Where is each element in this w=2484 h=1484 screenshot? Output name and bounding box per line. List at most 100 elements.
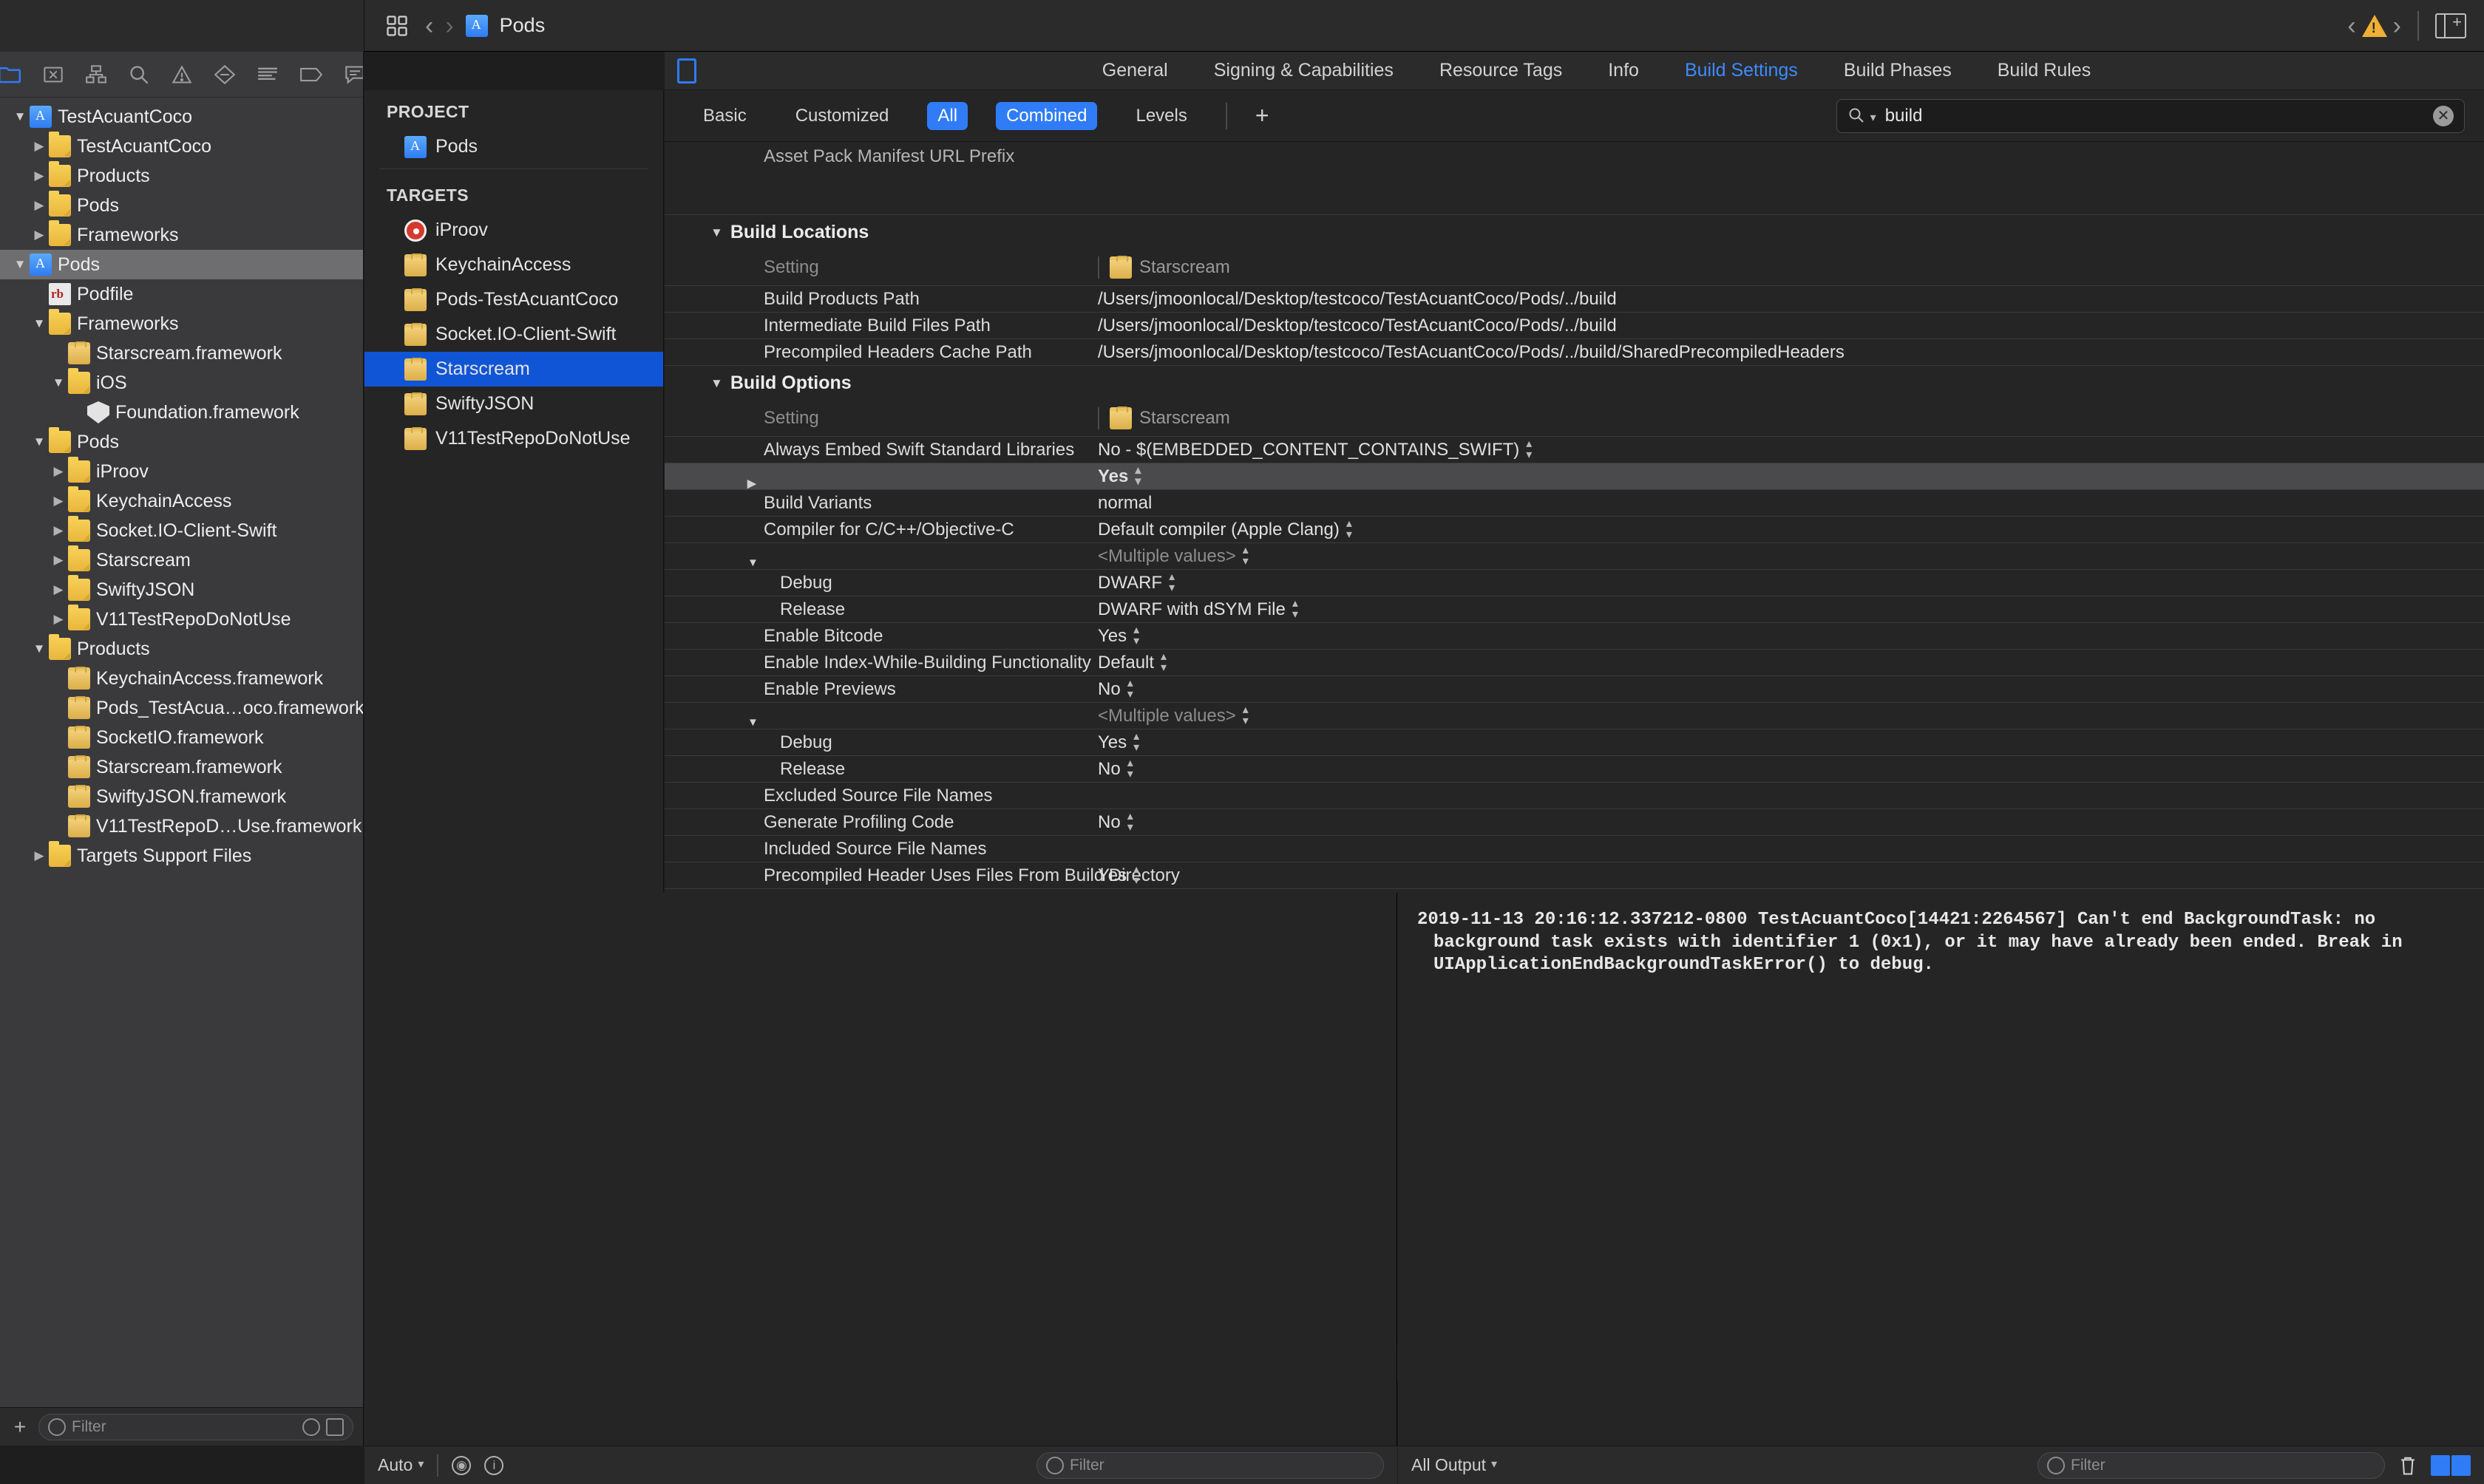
navigator-tab-report-navigator[interactable]	[345, 60, 364, 89]
build-setting-value[interactable]: /Users/jmoonlocal/Desktop/testcoco/TestA…	[1098, 316, 1617, 336]
nav-tree-row[interactable]: ▶Frameworks	[0, 220, 363, 250]
nav-tree-row[interactable]: ▶TestAcuantCoco	[0, 132, 363, 161]
disclosure-triangle-closed-icon[interactable]: ▶	[30, 848, 49, 863]
disclosure-triangle-open-icon[interactable]: ▼	[10, 257, 30, 272]
console-view[interactable]: 2019-11-13 20:16:12.337212-0800 TestAcua…	[1398, 893, 2484, 1446]
build-setting-value[interactable]: DWARF▴▾	[1098, 572, 1175, 593]
breadcrumb-label[interactable]: Pods	[500, 14, 546, 37]
clock-icon[interactable]	[302, 1418, 320, 1436]
filter-all[interactable]: All	[927, 102, 968, 130]
build-setting-value[interactable]: Default▴▾	[1098, 652, 1167, 673]
disclosure-triangle-closed-icon[interactable]: ▶	[30, 139, 49, 154]
setting-group-header[interactable]: ▼Build Options	[665, 365, 2484, 401]
build-setting-row[interactable]: Always Embed Swift Standard LibrariesNo …	[665, 436, 2484, 463]
disclosure-triangle-open-icon[interactable]: ▼	[747, 556, 759, 569]
build-setting-value[interactable]: No▴▾	[1098, 811, 1133, 833]
disclosure-triangle-closed-icon[interactable]: ▶	[747, 477, 756, 490]
nav-tree-row[interactable]: ▼Products	[0, 634, 363, 664]
warning-triangle-icon[interactable]	[2362, 15, 2387, 37]
disclosure-triangle-closed-icon[interactable]: ▶	[30, 169, 49, 183]
build-setting-row[interactable]: Build Products Path/Users/jmoonlocal/Des…	[665, 285, 2484, 312]
target-row[interactable]: KeychainAccess	[364, 248, 663, 282]
nav-tree-row[interactable]: ▼Pods	[0, 250, 363, 279]
target-row[interactable]: SwiftyJSON	[364, 387, 663, 421]
nav-tree-row[interactable]: ▶Products	[0, 161, 363, 191]
navigate-back-icon[interactable]: ‹	[425, 13, 433, 38]
navigator-filter-input[interactable]: Filter	[38, 1414, 353, 1440]
build-setting-row[interactable]: Enable BitcodeYes▴▾	[665, 622, 2484, 649]
nav-tree-row[interactable]: ▼TestAcuantCoco	[0, 102, 363, 132]
build-setting-row[interactable]: Compiler for C/C++/Objective-CDefault co…	[665, 516, 2484, 542]
disclosure-triangle-closed-icon[interactable]: ▶	[49, 464, 68, 479]
stepper-icon[interactable]: ▴▾	[1127, 811, 1133, 833]
nav-tree-row[interactable]: ▼iOS	[0, 368, 363, 398]
stepper-icon[interactable]: ▴▾	[1526, 439, 1532, 460]
nav-tree-row[interactable]: SwiftyJSON.framework	[0, 782, 363, 811]
disclosure-triangle-open-icon[interactable]: ▼	[747, 716, 759, 729]
nav-tree-row[interactable]: ▶SwiftyJSON	[0, 575, 363, 605]
disclosure-triangle-closed-icon[interactable]: ▶	[49, 494, 68, 508]
target-row[interactable]: Socket.IO-Client-Swift	[364, 317, 663, 352]
disclosure-triangle-closed-icon[interactable]: ▶	[30, 228, 49, 242]
target-row[interactable]: Pods-TestAcuantCoco	[364, 282, 663, 317]
nav-tree-row[interactable]: ▶Pods	[0, 191, 363, 220]
build-setting-value[interactable]: normal	[1098, 493, 1152, 514]
stepper-icon[interactable]: ▴▾	[1243, 545, 1249, 567]
build-setting-row[interactable]: Precompiled Headers Cache Path/Users/jmo…	[665, 338, 2484, 365]
nav-tree-row[interactable]: V11TestRepoD…Use.framework	[0, 811, 363, 841]
build-setting-value[interactable]: <Multiple values>▴▾	[1098, 705, 1249, 726]
nav-tree-row[interactable]: Podfile	[0, 279, 363, 309]
stepper-icon[interactable]: ▴▾	[1346, 519, 1352, 540]
build-setting-row[interactable]: ▼ <Multiple values>▴▾	[665, 702, 2484, 729]
disclosure-triangle-open-icon[interactable]: ▼	[710, 225, 723, 240]
info-icon[interactable]: i	[484, 1456, 503, 1475]
filter-levels[interactable]: Levels	[1125, 102, 1197, 130]
build-setting-row[interactable]: Excluded Source File Names	[665, 782, 2484, 809]
navigate-forward-icon[interactable]: ›	[445, 13, 453, 38]
filter-customized[interactable]: Customized	[785, 102, 900, 130]
tab-general[interactable]: General	[1102, 60, 1168, 81]
variables-filter-input[interactable]: Filter	[1036, 1452, 1384, 1479]
build-setting-value[interactable]: Yes▴▾	[1098, 865, 1139, 886]
build-setting-value[interactable]: Yes▴▾	[1098, 466, 1141, 487]
console-output-selector[interactable]: All Output ▾	[1411, 1455, 1497, 1475]
stepper-icon[interactable]: ▴▾	[1135, 466, 1141, 487]
nav-tree-row[interactable]: Starscream.framework	[0, 338, 363, 368]
build-setting-value[interactable]: <Multiple values>▴▾	[1098, 545, 1249, 567]
nav-tree-row[interactable]: ▼Pods	[0, 427, 363, 457]
add-file-button[interactable]: +	[10, 1415, 30, 1439]
stepper-icon[interactable]: ▴▾	[1169, 572, 1175, 593]
disclosure-triangle-closed-icon[interactable]: ▶	[49, 582, 68, 597]
disclosure-triangle-closed-icon[interactable]: ▶	[30, 198, 49, 213]
navigator-tab-debug-navigator[interactable]	[257, 60, 278, 89]
filter-basic[interactable]: Basic	[693, 102, 757, 130]
navigator-tab-test-navigator[interactable]	[214, 60, 235, 89]
build-settings-search-input[interactable]: ▾ build ✕	[1836, 99, 2465, 133]
build-setting-value[interactable]: No - $(EMBEDDED_CONTENT_CONTAINS_SWIFT)▴…	[1098, 439, 1532, 460]
add-build-setting-button[interactable]: +	[1255, 102, 1269, 129]
build-setting-value[interactable]: No▴▾	[1098, 758, 1133, 780]
build-setting-row[interactable]: Enable Index-While-Building Functionalit…	[665, 649, 2484, 675]
nav-tree-row[interactable]: Foundation.framework	[0, 398, 363, 427]
grid-icon[interactable]	[381, 11, 413, 41]
navigator-tab-find-navigator[interactable]	[129, 60, 149, 89]
target-row-selected[interactable]: Starscream	[364, 352, 663, 387]
navigator-tab-source-control-navigator[interactable]	[43, 60, 64, 89]
nav-tree-row[interactable]: ▶V11TestRepoDoNotUse	[0, 605, 363, 634]
nav-tree-row[interactable]: SocketIO.framework	[0, 723, 363, 752]
issue-next-icon[interactable]: ›	[2393, 13, 2401, 38]
stepper-icon[interactable]: ▴▾	[1127, 678, 1133, 700]
disclosure-triangle-open-icon[interactable]: ▼	[30, 435, 49, 449]
disclosure-triangle-open-icon[interactable]: ▼	[49, 375, 68, 390]
build-setting-value[interactable]: Yes▴▾	[1098, 732, 1139, 753]
build-setting-value[interactable]: Yes▴▾	[1098, 625, 1139, 647]
nav-tree-row[interactable]: ▶Socket.IO-Client-Swift	[0, 516, 363, 545]
target-row[interactable]: iProov	[364, 213, 663, 248]
tab-build-settings[interactable]: Build Settings	[1685, 60, 1798, 81]
issue-previous-icon[interactable]: ‹	[2347, 13, 2355, 38]
build-setting-row[interactable]: ReleaseNo▴▾	[665, 755, 2484, 782]
stepper-icon[interactable]: ▴▾	[1133, 625, 1139, 647]
trash-icon[interactable]	[2398, 1455, 2417, 1476]
build-setting-row[interactable]: Included Source File Names	[665, 835, 2484, 862]
variables-scope-selector[interactable]: Auto ▾	[378, 1455, 424, 1475]
